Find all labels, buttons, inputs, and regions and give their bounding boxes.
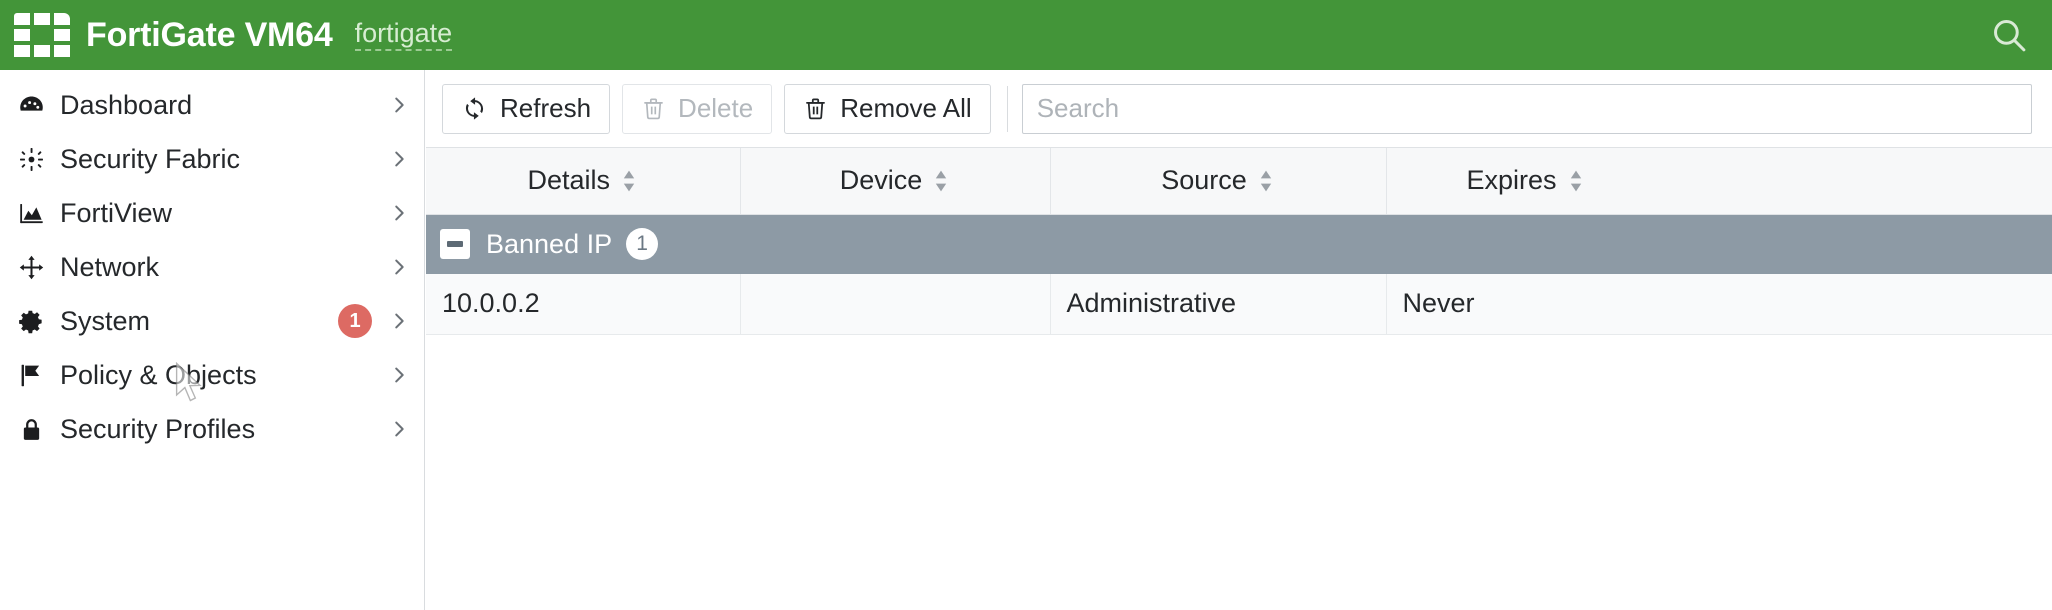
sidebar-item-security-fabric[interactable]: Security Fabric	[0, 132, 424, 186]
remove-all-label: Remove All	[840, 93, 972, 123]
lock-icon	[14, 416, 48, 443]
chevron-right-icon	[388, 202, 410, 224]
hostname-link[interactable]: fortigate	[354, 19, 453, 51]
column-header-device[interactable]: Device	[740, 148, 1051, 215]
collapse-minus-icon[interactable]	[440, 229, 470, 260]
sort-updown-icon[interactable]	[932, 168, 950, 194]
table-toolbar: Refresh Delete Remove All Search	[426, 70, 2052, 148]
table-header-row: Details Device Source Expires	[426, 148, 2052, 215]
sort-updown-icon[interactable]	[1567, 168, 1585, 194]
sidebar-item-label: Dashboard	[60, 89, 193, 120]
remove-all-button[interactable]: Remove All	[784, 83, 991, 134]
refresh-icon	[461, 95, 488, 122]
main-content: Refresh Delete Remove All Search Details…	[426, 70, 2052, 610]
sidebar-item-system[interactable]: System 1	[0, 294, 424, 348]
chevron-right-icon	[388, 148, 410, 170]
sidebar-item-label: Network	[60, 251, 160, 282]
group-label: Banned IP	[486, 228, 613, 259]
column-header-details[interactable]: Details	[426, 148, 741, 215]
delete-button[interactable]: Delete	[622, 83, 773, 134]
column-header-expires[interactable]: Expires	[1386, 148, 2052, 215]
security-fabric-icon	[14, 146, 48, 173]
sort-updown-icon[interactable]	[620, 168, 638, 194]
toolbar-divider	[1006, 85, 1008, 132]
chevron-right-icon	[388, 94, 410, 116]
sidebar-item-label: Policy & Objects	[60, 359, 257, 390]
sidebar-item-network[interactable]: Network	[0, 240, 424, 294]
cell-source: Administrative	[1050, 274, 1387, 335]
chevron-right-icon	[388, 364, 410, 386]
delete-label: Delete	[678, 93, 754, 123]
search-icon[interactable]	[1988, 14, 2030, 56]
gear-icon	[14, 308, 48, 335]
sidebar-item-security-profiles[interactable]: Security Profiles	[0, 402, 424, 456]
sidebar-item-label: System	[60, 305, 151, 336]
table-row[interactable]: 10.0.0.2 Administrative Never	[426, 274, 2052, 335]
banned-ip-table: Details Device Source Expires Banned IP …	[426, 148, 2052, 464]
column-label: Device	[839, 165, 923, 196]
chart-area-icon	[14, 200, 48, 227]
cell-details: 10.0.0.2	[426, 274, 741, 335]
sort-updown-icon[interactable]	[1257, 168, 1275, 194]
trash-icon	[641, 96, 666, 121]
chevron-right-icon	[388, 418, 410, 440]
trash-icon	[803, 96, 828, 121]
app-header: FortiGate VM64 fortigate	[0, 0, 2052, 70]
refresh-label: Refresh	[500, 93, 592, 123]
column-label: Source	[1161, 165, 1247, 196]
sidebar-item-fortiview[interactable]: FortiView	[0, 186, 424, 240]
dashboard-gauge-icon	[14, 92, 48, 119]
refresh-button[interactable]: Refresh	[442, 83, 611, 134]
chevron-right-icon	[388, 256, 410, 278]
sidebar-item-label: FortiView	[60, 197, 173, 228]
group-count-badge: 1	[626, 228, 659, 261]
cell-device	[740, 274, 1051, 335]
sidebar-item-dashboard[interactable]: Dashboard	[0, 78, 424, 132]
fortinet-grid-logo-icon	[14, 13, 70, 57]
arrows-move-icon	[14, 254, 48, 281]
sidebar-item-policy-objects[interactable]: Policy & Objects	[0, 348, 424, 402]
sidebar-item-label: Security Profiles	[60, 413, 256, 444]
status-badge: 1	[338, 304, 372, 338]
search-input[interactable]	[1021, 83, 2032, 134]
column-label: Expires	[1466, 165, 1557, 196]
chevron-right-icon	[388, 310, 410, 332]
table-filler-row	[426, 334, 2052, 464]
page-title: FortiGate VM64	[86, 15, 333, 54]
column-label: Details	[527, 165, 611, 196]
column-header-source[interactable]: Source	[1050, 148, 1387, 215]
policy-flag-icon	[14, 362, 48, 389]
sidebar: Dashboard Security Fabric FortiView Netw…	[0, 70, 425, 610]
cell-expires: Never	[1386, 274, 2052, 335]
sidebar-item-label: Security Fabric	[60, 143, 241, 174]
table-group-row[interactable]: Banned IP 1	[426, 214, 2052, 274]
